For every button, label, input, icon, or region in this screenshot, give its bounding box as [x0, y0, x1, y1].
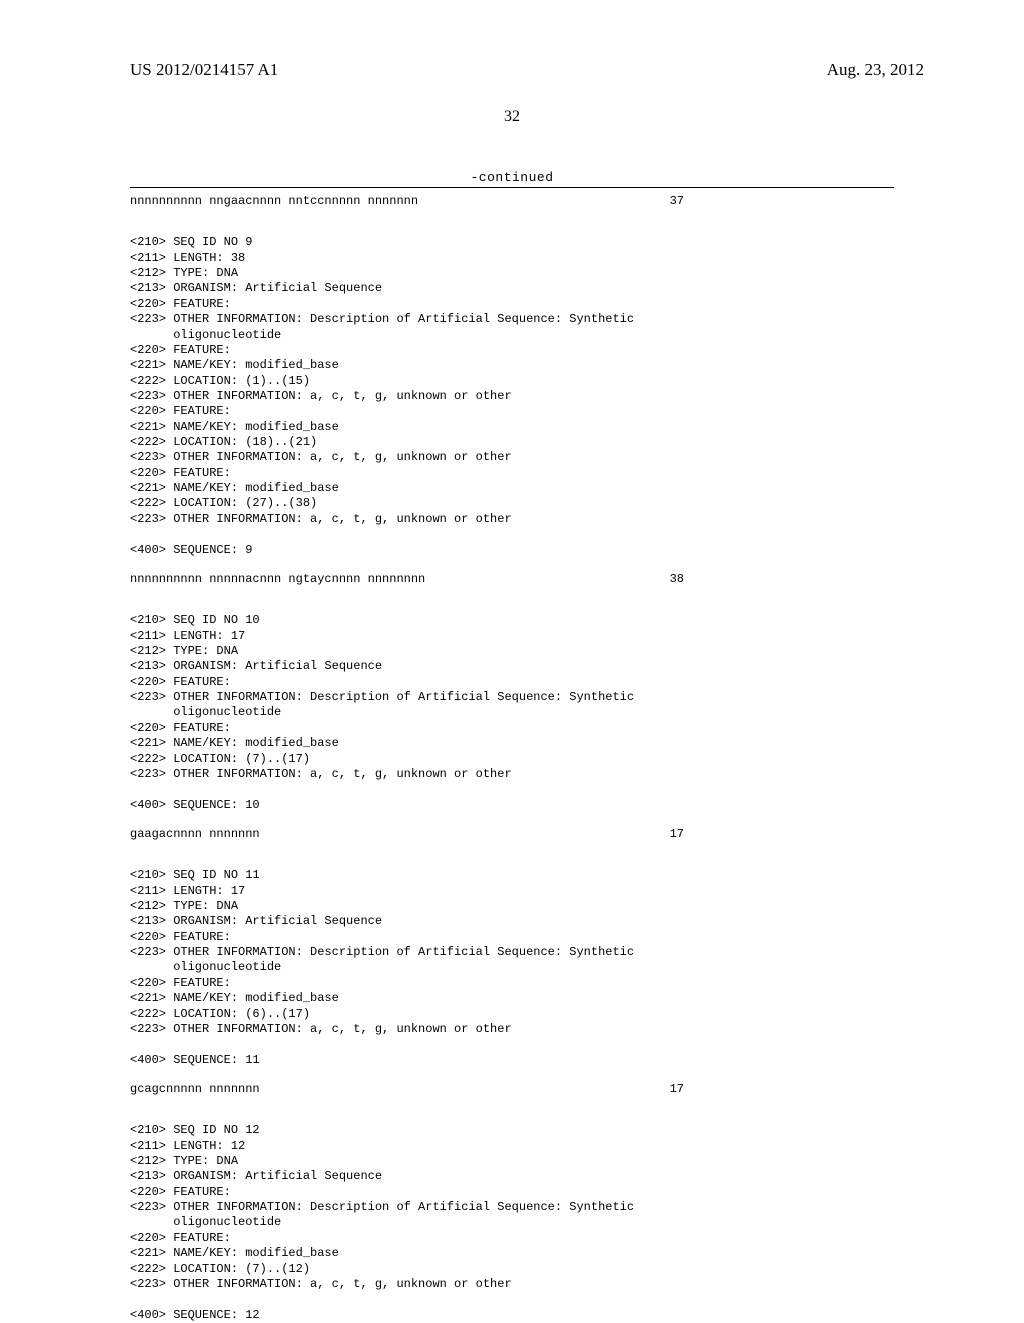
- sequence-9-length: 38: [670, 572, 684, 587]
- sequence-11-text: gcagcnnnnn nnnnnnn: [130, 1082, 260, 1097]
- sequence-9-text: nnnnnnnnnn nnnnnacnnn ngtaycnnnn nnnnnnn…: [130, 572, 425, 587]
- sequence-8-length: 37: [670, 194, 684, 209]
- top-rule: [130, 187, 894, 188]
- seq-block-9: <210> SEQ ID NO 9 <211> LENGTH: 38 <212>…: [0, 229, 1024, 558]
- sequence-10-text: gaagacnnnn nnnnnnn: [130, 827, 260, 842]
- page-number: 32: [0, 108, 1024, 126]
- page: US 2012/0214157 A1 Aug. 23, 2012 32 -con…: [0, 0, 1024, 1320]
- sequence-8-row: nnnnnnnnnn nngaacnnnn nntccnnnnn nnnnnnn…: [0, 194, 1024, 209]
- sequence-11-length: 17: [670, 1082, 684, 1097]
- seq-block-11: <210> SEQ ID NO 11 <211> LENGTH: 17 <212…: [0, 862, 1024, 1068]
- seq-block-12: <210> SEQ ID NO 12 <211> LENGTH: 12 <212…: [0, 1117, 1024, 1323]
- sequence-10-length: 17: [670, 827, 684, 842]
- sequence-11-row: gcagcnnnnn nnnnnnn 17: [0, 1082, 1024, 1097]
- sequence-10-row: gaagacnnnn nnnnnnn 17: [0, 827, 1024, 842]
- seq-block-10: <210> SEQ ID NO 10 <211> LENGTH: 17 <212…: [0, 607, 1024, 813]
- page-header: US 2012/0214157 A1 Aug. 23, 2012: [0, 60, 1024, 80]
- sequence-9-row: nnnnnnnnnn nnnnnacnnn ngtaycnnnn nnnnnnn…: [0, 572, 1024, 587]
- sequence-8-text: nnnnnnnnnn nngaacnnnn nntccnnnnn nnnnnnn: [130, 194, 418, 209]
- publication-number: US 2012/0214157 A1: [130, 60, 278, 80]
- publication-date: Aug. 23, 2012: [827, 60, 924, 80]
- continued-label: -continued: [0, 170, 1024, 185]
